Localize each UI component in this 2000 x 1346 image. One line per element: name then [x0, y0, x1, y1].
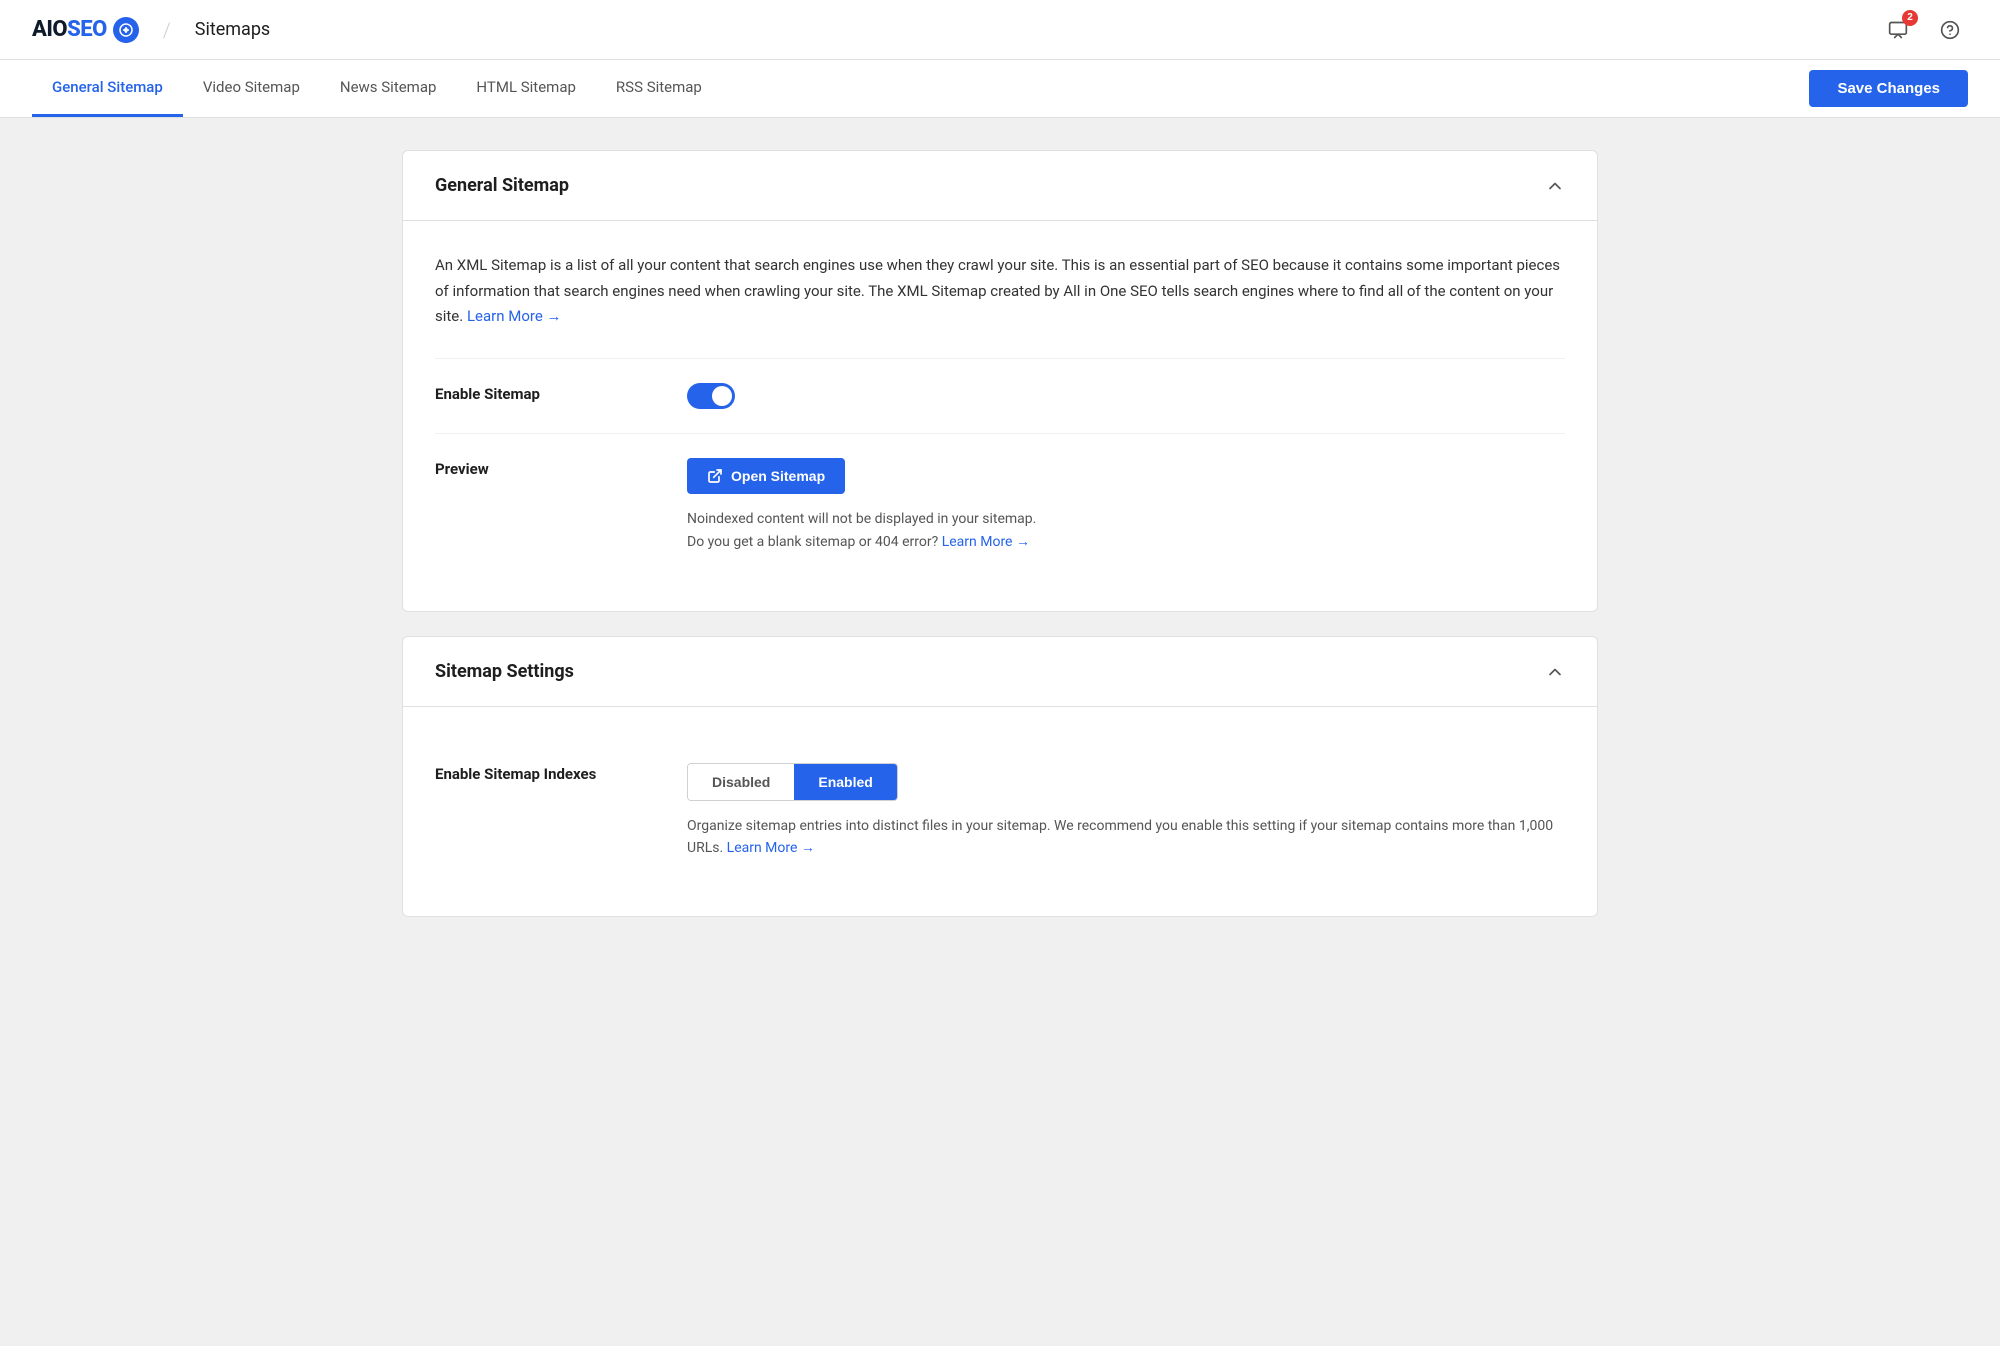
sitemap-settings-card-body: Enable Sitemap Indexes Disabled Enabled …: [403, 707, 1597, 916]
enable-sitemap-label: Enable Sitemap: [435, 383, 655, 403]
enable-indexes-label: Enable Sitemap Indexes: [435, 763, 655, 783]
help-button[interactable]: [1932, 12, 1968, 48]
general-sitemap-description: An XML Sitemap is a list of all your con…: [435, 253, 1565, 330]
general-sitemap-card: General Sitemap An XML Sitemap is a list…: [402, 150, 1598, 612]
toggle-slider: [687, 383, 735, 409]
general-sitemap-title: General Sitemap: [435, 175, 569, 196]
indexes-enabled-button[interactable]: Enabled: [794, 764, 896, 800]
enable-sitemap-control: [687, 383, 1565, 409]
header-actions: 2: [1880, 12, 1968, 48]
sitemap-settings-card-header: Sitemap Settings: [403, 637, 1597, 707]
open-sitemap-button[interactable]: Open Sitemap: [687, 458, 845, 494]
sitemap-settings-card: Sitemap Settings Enable Sitemap Indexes …: [402, 636, 1598, 917]
logo-icon: [113, 17, 139, 43]
header-divider: /: [163, 18, 171, 42]
preview-row: Preview Open Sitemap Noindexed content w…: [435, 433, 1565, 580]
external-link-icon: [707, 468, 723, 484]
indexes-learn-more-link[interactable]: Learn More →: [727, 840, 815, 856]
tab-html-sitemap[interactable]: HTML Sitemap: [456, 60, 596, 117]
preview-note: Noindexed content will not be displayed …: [687, 508, 1565, 556]
tab-general-sitemap[interactable]: General Sitemap: [32, 60, 183, 117]
general-sitemap-card-body: An XML Sitemap is a list of all your con…: [403, 221, 1597, 611]
logo-seo-text: SEO: [67, 17, 107, 42]
indexes-toggle-group: Disabled Enabled: [687, 763, 898, 801]
notification-badge: 2: [1902, 10, 1918, 26]
logo: AIOSEO: [32, 17, 139, 43]
logo-aio-text: AIO: [32, 17, 67, 42]
tab-rss-sitemap[interactable]: RSS Sitemap: [596, 60, 722, 117]
tabs-bar: General Sitemap Video Sitemap News Sitem…: [0, 60, 2000, 118]
save-changes-button[interactable]: Save Changes: [1809, 70, 1968, 107]
general-sitemap-learn-more-link[interactable]: Learn More →: [467, 307, 562, 325]
enable-indexes-control: Disabled Enabled Organize sitemap entrie…: [687, 763, 1565, 860]
page-title: Sitemaps: [195, 19, 270, 40]
header: AIOSEO / Sitemaps 2: [0, 0, 2000, 60]
enable-indexes-row: Enable Sitemap Indexes Disabled Enabled …: [435, 739, 1565, 884]
sitemap-settings-title: Sitemap Settings: [435, 661, 574, 682]
sitemap-settings-collapse-button[interactable]: [1545, 662, 1565, 682]
tab-news-sitemap[interactable]: News Sitemap: [320, 60, 457, 117]
enable-sitemap-toggle[interactable]: [687, 383, 735, 409]
notifications-button[interactable]: 2: [1880, 12, 1916, 48]
preview-learn-more-link[interactable]: Learn More →: [942, 534, 1030, 550]
indexes-hint: Organize sitemap entries into distinct f…: [687, 815, 1565, 860]
main-content: General Sitemap An XML Sitemap is a list…: [370, 118, 1630, 973]
enable-sitemap-row: Enable Sitemap: [435, 358, 1565, 433]
preview-label: Preview: [435, 458, 655, 478]
indexes-disabled-button[interactable]: Disabled: [688, 764, 794, 800]
tab-video-sitemap[interactable]: Video Sitemap: [183, 60, 320, 117]
preview-control: Open Sitemap Noindexed content will not …: [687, 458, 1565, 556]
general-sitemap-collapse-button[interactable]: [1545, 176, 1565, 196]
general-sitemap-card-header: General Sitemap: [403, 151, 1597, 221]
